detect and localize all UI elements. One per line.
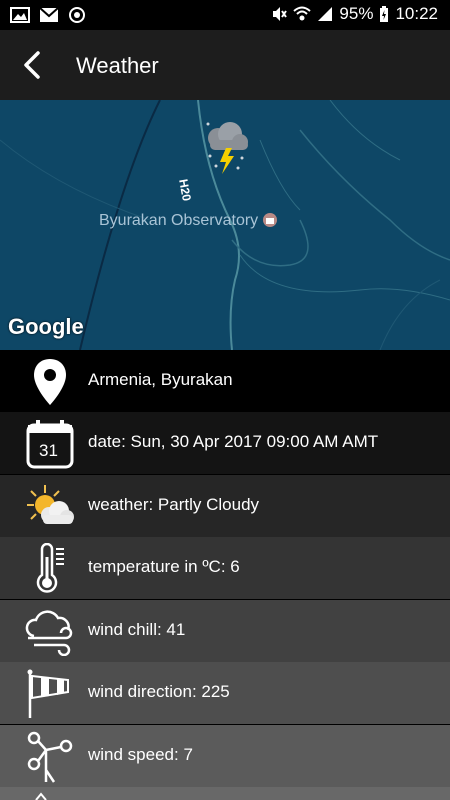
wind-chill-icon [24, 606, 76, 658]
map-place-label: Byurakan Observatory [99, 212, 259, 229]
mute-icon [273, 7, 288, 21]
list-item-location[interactable]: Armenia, Byurakan [0, 350, 450, 412]
google-attribution: Google [8, 314, 84, 339]
sync-icon [69, 7, 85, 23]
windsock-icon [24, 668, 76, 720]
mail-icon [39, 7, 59, 22]
calendar-day: 31 [39, 441, 58, 460]
gallery-icon [10, 7, 30, 23]
observatory-marker-icon [263, 213, 277, 227]
thermometer-icon [24, 543, 76, 595]
list-item-next[interactable] [0, 787, 450, 800]
location-pin-icon [24, 356, 76, 408]
thunderstorm-weather-icon [206, 122, 248, 174]
temperature-text: temperature in ºC: 6 [88, 557, 240, 576]
app-toolbar: Weather [0, 30, 450, 100]
signal-icon [318, 7, 333, 21]
battery-percent: 95% [339, 4, 374, 23]
map-view[interactable]: H20 Byurakan Observatory Google [0, 100, 450, 350]
next-row-icon [35, 792, 47, 800]
wind-speed-icon [24, 731, 76, 783]
date-text: date: Sun, 30 Apr 2017 09:00 AM AMT [88, 432, 379, 451]
list-item-wind-speed[interactable]: wind speed: 7 [0, 725, 450, 787]
list-item-wind-chill[interactable]: wind chill: 41 [0, 600, 450, 662]
list-item-wind-direction[interactable]: wind direction: 225 [0, 662, 450, 724]
wind-direction-text: wind direction: 225 [88, 682, 230, 701]
page-title: Weather [76, 53, 159, 78]
location-text: Armenia, Byurakan [88, 370, 233, 389]
wind-speed-text: wind speed: 7 [88, 745, 193, 764]
partly-cloudy-icon [24, 481, 76, 533]
battery-charging-icon [380, 5, 389, 22]
list-item-date[interactable]: 31 date: Sun, 30 Apr 2017 09:00 AM AMT [0, 412, 450, 474]
status-bar: 95% 10:22 [0, 0, 450, 30]
back-arrow-icon[interactable] [16, 47, 52, 83]
list-item-weather[interactable]: weather: Partly Cloudy [0, 475, 450, 537]
clock: 10:22 [395, 4, 438, 23]
wind-chill-text: wind chill: 41 [88, 620, 186, 639]
wifi-icon [293, 6, 312, 21]
weather-text: weather: Partly Cloudy [88, 495, 260, 514]
list-item-temperature[interactable]: temperature in ºC: 6 [0, 537, 450, 599]
